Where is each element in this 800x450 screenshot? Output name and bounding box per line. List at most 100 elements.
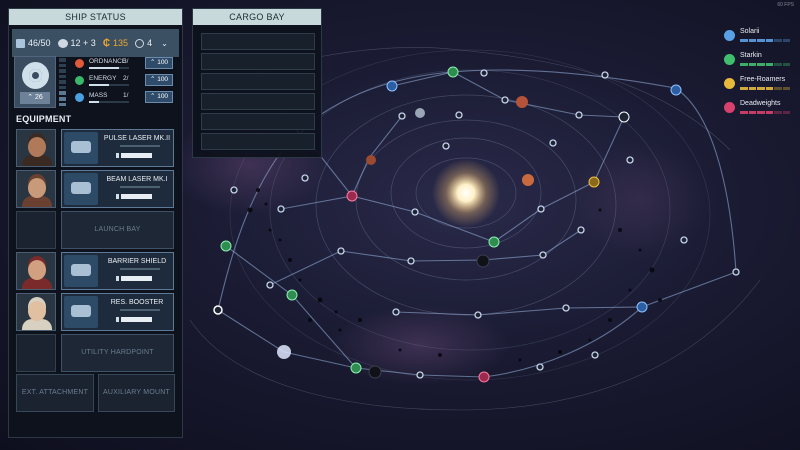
chevron-down-icon[interactable]: ⌄ (161, 39, 168, 48)
reactor-meter (59, 58, 66, 107)
equipment-slot[interactable]: BEAM LASER MK.I (61, 170, 174, 208)
crew-portrait[interactable] (16, 293, 56, 331)
faction-name: Solarii (740, 28, 760, 35)
crew-head (28, 260, 46, 280)
resource-label: ENERGY (89, 75, 117, 82)
resource-bar (89, 101, 129, 103)
faction-standing-bar (740, 87, 790, 90)
ext-attachment-slot[interactable]: EXT. ATTACHMENT (16, 374, 94, 412)
planet[interactable] (516, 96, 528, 108)
equipment-title: EQUIPMENT (16, 114, 72, 124)
equipment-meter (116, 194, 152, 199)
equipment-pips (120, 186, 160, 188)
equipment-pips (120, 309, 160, 311)
reactor-level: ⌃ 26 (20, 92, 50, 104)
equipment-pips (120, 145, 160, 147)
crew-head (28, 178, 46, 198)
planet[interactable] (476, 254, 490, 268)
equipment-thumbnail (64, 173, 98, 205)
resource-value-box[interactable]: ⌃ 100 (145, 91, 173, 103)
reactor-meter-segment (59, 69, 66, 73)
sun[interactable] (432, 159, 500, 227)
cargo-bay-panel: CARGO BAY (192, 8, 322, 158)
crew-icon (57, 38, 68, 48)
crew-head (28, 301, 46, 321)
fps-counter: 60 FPS (777, 2, 794, 8)
empty-crew-slot[interactable] (16, 211, 56, 249)
equipment-slot[interactable]: PULSE LASER MK.II (61, 129, 174, 167)
faction-standing-bar (740, 63, 790, 66)
resource-value-box[interactable]: ⌃ 100 (145, 57, 173, 69)
faction-standing-bar (740, 111, 790, 114)
planet[interactable] (415, 108, 425, 118)
cargo-value: 46/50 (28, 38, 51, 48)
energy-icon (75, 76, 84, 85)
equipment-name: PULSE LASER MK.II (103, 135, 171, 142)
planet[interactable] (366, 155, 376, 165)
cargo-bay-title: CARGO BAY (193, 9, 321, 25)
ship-status-title: SHIP STATUS (9, 9, 182, 25)
resource-value: 100 (157, 93, 169, 100)
cargo-slot[interactable] (201, 113, 315, 130)
crew-stat: 12 + 3 (57, 38, 96, 48)
equipment-slot[interactable]: UTILITY HARDPOINT (61, 334, 174, 372)
cargo-slot[interactable] (201, 33, 315, 50)
ordnance-icon (75, 59, 84, 68)
equipment-slot[interactable]: RES. BOOSTER (61, 293, 174, 331)
cargo-slot[interactable] (201, 133, 315, 150)
planet[interactable] (368, 365, 382, 379)
faction-legend: Solarii Starkin Free-Roamers Deadweights (724, 28, 796, 124)
equipment-slot[interactable]: BARRIER SHIELD (61, 252, 174, 290)
reactor-meter-segment (59, 91, 66, 95)
equipment-name: RES. BOOSTER (110, 299, 164, 306)
cargo-slot[interactable] (201, 73, 315, 90)
deadweights-faction-icon (724, 102, 735, 113)
resource-label: ORDNANCE (89, 58, 127, 65)
equipment-meter (116, 153, 152, 158)
credits-icon: ₵ (102, 37, 111, 49)
reactor-meter-segment (59, 80, 66, 84)
empty-slot-label: LAUNCH BAY (94, 226, 141, 233)
planet[interactable] (522, 174, 534, 186)
credits-stat: ₵ 135 (103, 38, 128, 49)
equipment-slot[interactable]: LAUNCH BAY (61, 211, 174, 249)
empty-crew-slot[interactable] (16, 334, 56, 372)
reactor-icon (22, 62, 49, 89)
equipment-meter (116, 317, 152, 322)
faction-name: Free-Roamers (740, 76, 786, 83)
equipment-thumbnail (64, 296, 98, 328)
crew-portrait[interactable] (16, 252, 56, 290)
chevron-up-icon: ⌃ (27, 94, 34, 101)
auxiliary-mount-slot[interactable]: AUXILIARY MOUNT (98, 374, 175, 412)
legend-item[interactable]: Deadweights (724, 100, 796, 120)
equipment-meter (116, 276, 152, 281)
reactor-module[interactable]: ⌃ 26 (14, 56, 56, 108)
reactor-meter-segment (59, 85, 66, 90)
player-ship[interactable] (277, 345, 291, 359)
credits-value: 135 (113, 38, 129, 48)
equipment-thumbnail (64, 132, 98, 164)
cargo-stat: 46/50 (16, 38, 51, 48)
resource-value-box[interactable]: ⌃ 100 (145, 74, 173, 86)
player-node[interactable] (213, 305, 223, 315)
crew-portrait[interactable] (16, 129, 56, 167)
resource-used: 3/ (123, 58, 129, 65)
legend-item[interactable]: Solarii (724, 28, 796, 48)
empty-slot-label: UTILITY HARDPOINT (81, 349, 154, 356)
resource-value: 100 (157, 59, 169, 66)
solarii-faction-icon (724, 30, 735, 41)
resource-value: 100 (157, 76, 169, 83)
equipment-name: BEAM LASER MK.I (106, 176, 168, 183)
reactor-level-value: 26 (35, 94, 43, 101)
reactor-meter-segment (59, 102, 66, 107)
crew-value: 12 + 3 (70, 38, 96, 48)
ship-stats-bar[interactable]: 46/50 12 + 3 ₵ 135 4 ⌄ (12, 29, 179, 57)
legend-item[interactable]: Starkin (724, 52, 796, 72)
resource-row-mass: MASS 1/ ⌃ 100 (70, 91, 174, 105)
reactor-meter-segment (59, 74, 66, 79)
legend-item[interactable]: Free-Roamers (724, 76, 796, 96)
cargo-slot[interactable] (201, 53, 315, 70)
crew-portrait[interactable] (16, 170, 56, 208)
reactor-meter-segment (59, 58, 66, 62)
cargo-slot[interactable] (201, 93, 315, 110)
